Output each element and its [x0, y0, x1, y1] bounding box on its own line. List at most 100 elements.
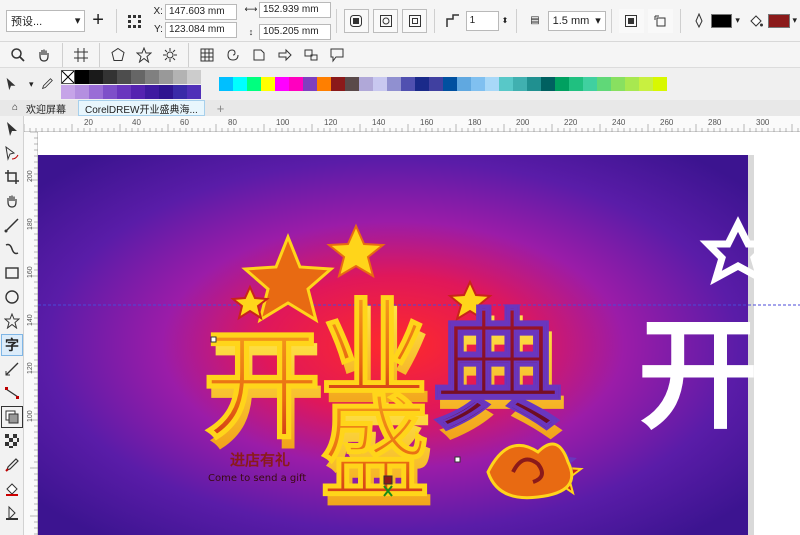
fill-bucket-icon[interactable] [746, 11, 765, 31]
ellipse-tool-icon[interactable] [1, 286, 23, 308]
crop-tool-icon[interactable] [1, 166, 23, 188]
palette-swatch[interactable] [568, 77, 583, 91]
add-preset-icon[interactable]: + [88, 9, 107, 31]
palette-swatch[interactable] [74, 69, 89, 84]
palette-swatch[interactable] [344, 77, 359, 91]
palette-swatch[interactable] [186, 84, 201, 99]
transparency-icon[interactable] [1, 430, 23, 452]
palette-swatch[interactable] [232, 77, 247, 91]
palette-swatch[interactable] [130, 84, 145, 99]
shape-tool-icon[interactable] [1, 142, 23, 164]
smart-fill-icon[interactable] [1, 502, 23, 524]
polygon-icon[interactable] [108, 45, 128, 65]
palette-swatch[interactable] [358, 77, 373, 91]
fill-color-swatch[interactable] [711, 13, 733, 28]
complex-star-icon[interactable] [160, 45, 180, 65]
arrow-shapes-icon[interactable] [275, 45, 295, 65]
palette-swatch[interactable] [102, 69, 117, 84]
pick-tool-icon[interactable] [1, 118, 23, 140]
dimension-tool-icon[interactable] [1, 358, 23, 380]
palette-swatch[interactable] [88, 69, 103, 84]
palette-swatch[interactable] [386, 77, 401, 91]
wrap-text-button[interactable] [618, 8, 644, 33]
flowchart-icon[interactable] [301, 45, 321, 65]
horizontal-ruler[interactable]: 20 40 60 80 100 120 140 160 180 200 220 240 260 280 30… [24, 116, 800, 132]
palette-swatch[interactable] [540, 77, 555, 91]
palette-swatch[interactable] [260, 77, 275, 91]
pen-icon[interactable] [689, 11, 708, 31]
tab-document[interactable]: CorelDREW开业盛典海... [78, 100, 205, 116]
palette-swatch[interactable] [414, 77, 429, 91]
artistic-media-icon[interactable] [1, 238, 23, 260]
grid-snap-icon[interactable] [71, 45, 91, 65]
scallop-corner-button[interactable] [373, 8, 399, 33]
artwork[interactable]: 开 业 盛 典 开 业 盛 典 进店有礼 Come to send a gift [38, 132, 800, 535]
palette-swatch[interactable] [88, 84, 103, 99]
palette-swatch[interactable] [456, 77, 471, 91]
palette-swatch[interactable] [130, 69, 145, 84]
palette-swatch[interactable] [624, 77, 639, 91]
corner-count-input[interactable]: 1 [465, 10, 499, 31]
palette-swatch[interactable] [288, 77, 303, 91]
palette-swatch[interactable] [158, 69, 173, 84]
palette-swatch[interactable] [172, 69, 187, 84]
freehand-tool-icon[interactable] [1, 214, 23, 236]
spiral-icon[interactable] [223, 45, 243, 65]
palette-swatch[interactable] [144, 84, 159, 99]
pan-tool-icon[interactable] [1, 190, 23, 212]
palette-swatch[interactable] [158, 84, 173, 99]
palette-swatch[interactable] [512, 77, 527, 91]
palette-swatch[interactable] [372, 77, 387, 91]
palette-swatch[interactable] [428, 77, 443, 91]
spinner-icon[interactable]: ⬍ [502, 16, 509, 25]
palette-swatch[interactable] [60, 84, 75, 99]
y-position-input[interactable]: 123.084 mm [164, 21, 237, 38]
palette-swatch[interactable] [102, 84, 117, 99]
to-front-button[interactable] [647, 8, 673, 33]
no-color-swatch[interactable] [60, 69, 75, 84]
chevron-down-icon[interactable]: ▾ [735, 15, 740, 26]
chamfer-corner-button[interactable] [402, 8, 428, 33]
object-origin-icon[interactable] [125, 11, 144, 31]
palette-swatch[interactable] [442, 77, 457, 91]
text-tool-icon[interactable]: 字 [1, 334, 23, 356]
palette-swatch[interactable] [498, 77, 513, 91]
palette-swatch[interactable] [526, 77, 541, 91]
palette-swatch[interactable] [302, 77, 317, 91]
callout-icon[interactable] [327, 45, 347, 65]
palette-swatch[interactable] [274, 77, 289, 91]
palette-swatch[interactable] [470, 77, 485, 91]
basic-shapes-icon[interactable] [249, 45, 269, 65]
eyedropper-small-icon[interactable] [40, 74, 54, 94]
palette-swatch[interactable] [652, 77, 667, 91]
connector-tool-icon[interactable] [1, 382, 23, 404]
vertical-ruler[interactable]: 200 180 160 140 120 100 [24, 132, 38, 535]
palette-swatch[interactable] [172, 84, 187, 99]
width-input[interactable]: 152.939 mm [258, 1, 331, 18]
outline-width-dropdown[interactable]: 1.5 mm ▾ [547, 10, 606, 31]
zoom-icon[interactable] [8, 45, 28, 65]
height-input[interactable]: 105.205 mm [258, 23, 331, 40]
chevron-down-icon[interactable]: ▾ [793, 15, 798, 26]
palette-swatch[interactable] [316, 77, 331, 91]
chevron-down-icon[interactable]: ▾ [29, 79, 34, 90]
palette-swatch[interactable] [246, 77, 261, 91]
palette-swatch[interactable] [596, 77, 611, 91]
star-icon[interactable] [134, 45, 154, 65]
palette-swatch[interactable] [638, 77, 653, 91]
drawing-canvas[interactable]: 开 业 盛 典 开 业 盛 典 进店有礼 Come to send a gift [38, 132, 800, 535]
palette-swatch[interactable] [74, 84, 89, 99]
palette-swatch[interactable] [186, 69, 201, 84]
drop-shadow-icon[interactable] [1, 406, 23, 428]
graph-paper-icon[interactable] [197, 45, 217, 65]
palette-swatch[interactable] [610, 77, 625, 91]
palette-swatch[interactable] [144, 69, 159, 84]
palette-swatch[interactable] [554, 77, 569, 91]
rectangle-tool-icon[interactable] [1, 262, 23, 284]
x-position-input[interactable]: 147.603 mm [164, 3, 237, 20]
tab-welcome[interactable]: ⌂ 欢迎屏幕 [0, 100, 72, 116]
preset-dropdown[interactable]: 预设... ▾ [6, 9, 86, 32]
palette-swatch[interactable] [484, 77, 499, 91]
interactive-fill-icon[interactable] [1, 478, 23, 500]
outline-color-swatch[interactable] [768, 13, 790, 28]
